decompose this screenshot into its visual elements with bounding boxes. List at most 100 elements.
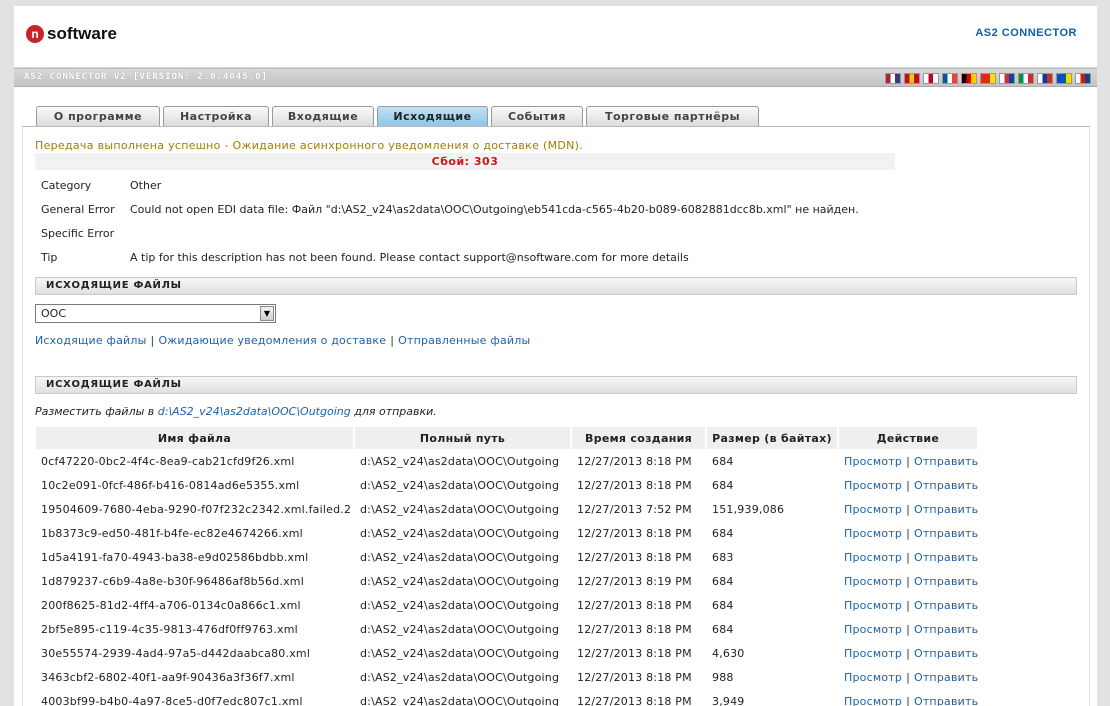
action-separator: |: [906, 454, 910, 468]
table-row: 1b8373c9-ed50-481f-b4fe-ec82e4674266.xml…: [36, 521, 979, 545]
view-link[interactable]: Просмотр: [844, 647, 902, 660]
send-link[interactable]: Отправить: [914, 551, 978, 564]
view-link[interactable]: Просмотр: [844, 551, 902, 564]
send-link[interactable]: Отправить: [914, 503, 978, 516]
version-label: AS2 CONNECTOR V2 [VERSION: 2.0.4045.0]: [24, 72, 268, 82]
cell-filename: 19504609-7680-4eba-9290-f07f232c2342.xml…: [41, 502, 352, 516]
fr-flag-icon[interactable]: [942, 73, 958, 84]
cell-path: d:\AS2_v24\as2data\OOC\Outgoing: [360, 454, 560, 468]
outgoing-folder-link[interactable]: d:\AS2_v24\as2data\OOC\Outgoing: [158, 405, 351, 418]
column-header-size[interactable]: Размер (в байтах): [707, 427, 839, 449]
cell-filename: 1b8373c9-ed50-481f-b4fe-ec82e4674266.xml: [41, 526, 303, 540]
files-table: Имя файла Полный путь Время создания Раз…: [36, 427, 979, 706]
link-awaiting-mdn[interactable]: Ожидающие уведомления о доставке: [158, 334, 386, 347]
cell-size: 684: [712, 622, 734, 636]
cell-actions: Просмотр | Отправить: [839, 617, 979, 641]
tab-outgoing[interactable]: Исходящие: [377, 106, 488, 126]
ru-flag-icon[interactable]: [1037, 73, 1053, 84]
files-table-wrapper: Имя файла Полный путь Время создания Раз…: [36, 427, 979, 706]
cell-filename: 10c2e091-0fcf-486f-b416-0814ad6e5355.xml: [41, 478, 300, 492]
table-row: 4003bf99-b4b0-4a97-8ce5-d0f7edc807c1.xml…: [36, 689, 979, 706]
column-header-action: Действие: [839, 427, 979, 449]
ua-flag-icon[interactable]: [1056, 73, 1072, 84]
tab-trading-partners[interactable]: Торговые партнёры: [586, 106, 759, 126]
send-link[interactable]: Отправить: [914, 599, 978, 612]
link-separator: |: [390, 334, 395, 347]
cell-actions: Просмотр | Отправить: [839, 497, 979, 521]
action-separator: |: [906, 526, 910, 540]
send-link[interactable]: Отправить: [914, 671, 978, 684]
tab-about[interactable]: О программе: [36, 106, 160, 126]
view-link[interactable]: Просмотр: [844, 575, 902, 588]
view-link[interactable]: Просмотр: [844, 527, 902, 540]
es-flag-icon[interactable]: [904, 73, 920, 84]
upload-hint-suffix: для отправки.: [354, 405, 437, 418]
logo-icon: n: [26, 25, 44, 43]
file-view-links: Исходящие файлы | Ожидающие уведомления о …: [35, 334, 530, 347]
cell-created: 12/27/2013 8:18 PM: [577, 598, 692, 612]
link-sent-files[interactable]: Отправленные файлы: [398, 334, 530, 347]
column-header-path[interactable]: Полный путь: [355, 427, 572, 449]
error-row-general: General Error Could not open EDI data fil…: [41, 203, 859, 216]
dropdown-arrow-icon[interactable]: ▼: [260, 306, 274, 321]
page: n software AS2 CONNECTOR AS2 CONNECTOR V…: [14, 6, 1097, 706]
table-row: 30e55574-2939-4ad4-97a5-d442daabca80.xml…: [36, 641, 979, 665]
cell-size: 684: [712, 574, 734, 588]
cell-path: d:\AS2_v24\as2data\OOC\Outgoing: [360, 670, 560, 684]
send-link[interactable]: Отправить: [914, 695, 978, 706]
error-value: Other: [130, 179, 162, 192]
cell-created: 12/27/2013 8:18 PM: [577, 478, 692, 492]
status-message: Передача выполнена успешно - Ожидание ас…: [35, 139, 584, 152]
upload-hint: Разместить файлы в d:\AS2_v24\as2data\OO…: [35, 405, 437, 418]
kr-flag-icon[interactable]: [999, 73, 1015, 84]
it-flag-icon[interactable]: [1018, 73, 1034, 84]
cell-path: d:\AS2_v24\as2data\OOC\Outgoing: [360, 694, 560, 706]
cell-filename: 4003bf99-b4b0-4a97-8ce5-d0f7edc807c1.xml: [41, 694, 303, 706]
cell-created: 12/27/2013 8:18 PM: [577, 646, 692, 660]
view-link[interactable]: Просмотр: [844, 695, 902, 706]
cell-size: 3,949: [712, 694, 745, 706]
cell-filename: 200f8625-81d2-4ff4-a706-0134c0a866c1.xml: [41, 598, 301, 612]
send-link[interactable]: Отправить: [914, 647, 978, 660]
action-separator: |: [906, 622, 910, 636]
cell-path: d:\AS2_v24\as2data\OOC\Outgoing: [360, 478, 560, 492]
send-link[interactable]: Отправить: [914, 479, 978, 492]
cell-actions: Просмотр | Отправить: [839, 449, 979, 473]
table-row: 1d5a4191-fa70-4943-ba38-e9d02586bdbb.xml…: [36, 545, 979, 569]
logo[interactable]: n software: [26, 24, 117, 44]
view-link[interactable]: Просмотр: [844, 479, 902, 492]
jp-flag-icon[interactable]: [923, 73, 939, 84]
cz-flag-icon[interactable]: [1075, 73, 1091, 84]
cn-flag-icon[interactable]: [980, 73, 996, 84]
view-link[interactable]: Просмотр: [844, 623, 902, 636]
tab-events[interactable]: События: [491, 106, 583, 126]
tab-settings[interactable]: Настройка: [163, 106, 269, 126]
tab-incoming[interactable]: Входящие: [272, 106, 374, 126]
column-header-created[interactable]: Время создания: [572, 427, 707, 449]
send-link[interactable]: Отправить: [914, 455, 978, 468]
view-link[interactable]: Просмотр: [844, 455, 902, 468]
view-link[interactable]: Просмотр: [844, 599, 902, 612]
cell-path: d:\AS2_v24\as2data\OOC\Outgoing: [360, 622, 560, 636]
de-flag-icon[interactable]: [961, 73, 977, 84]
cell-size: 684: [712, 598, 734, 612]
error-row-specific: Specific Error: [41, 227, 130, 240]
send-link[interactable]: Отправить: [914, 575, 978, 588]
partner-select-value: OOC: [41, 307, 66, 320]
cell-actions: Просмотр | Отправить: [839, 521, 979, 545]
us-flag-icon[interactable]: [885, 73, 901, 84]
cell-actions: Просмотр | Отправить: [839, 689, 979, 706]
cell-actions: Просмотр | Отправить: [839, 569, 979, 593]
logo-text: software: [47, 24, 117, 43]
cell-actions: Просмотр | Отправить: [839, 641, 979, 665]
send-link[interactable]: Отправить: [914, 527, 978, 540]
send-link[interactable]: Отправить: [914, 623, 978, 636]
cell-filename: 30e55574-2939-4ad4-97a5-d442daabca80.xml: [41, 646, 311, 660]
partner-select[interactable]: OOC ▼: [35, 304, 276, 323]
column-header-filename[interactable]: Имя файла: [36, 427, 355, 449]
view-link[interactable]: Просмотр: [844, 503, 902, 516]
view-link[interactable]: Просмотр: [844, 671, 902, 684]
section-header-outgoing-files-list: ИСХОДЯЩИЕ ФАЙЛЫ: [35, 376, 1077, 394]
cell-created: 12/27/2013 8:18 PM: [577, 550, 692, 564]
link-outgoing-files[interactable]: Исходящие файлы: [35, 334, 147, 347]
